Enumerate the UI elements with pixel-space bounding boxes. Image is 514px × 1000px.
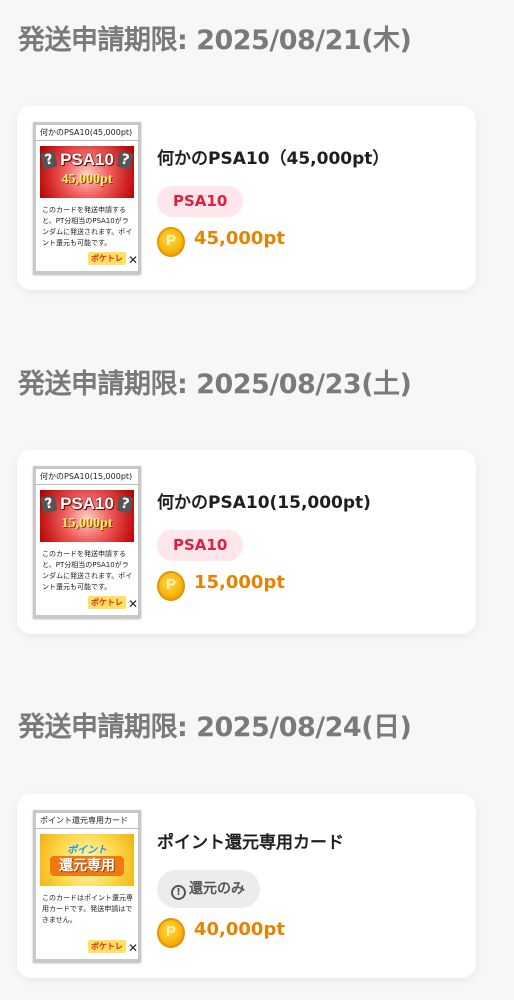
thumbnail-art: ポイント 還元専用 (40, 834, 134, 886)
card-thumbnail-inner: 何かのPSA10(45,000pt) ? ? PSA10 45,000pt この… (36, 125, 138, 271)
shipping-deadline-heading: 発送申請期限: 2025/08/24(日) (18, 712, 412, 743)
shipping-deadline-heading: 発送申請期限: 2025/08/21(木) (18, 25, 412, 56)
coin-icon: P (157, 571, 185, 601)
close-x-mark: ✕ (127, 597, 138, 611)
return-only-tag: ! 還元のみ (157, 870, 260, 908)
thumbnail-art-title: PSA10 (60, 150, 114, 169)
thumbnail-art-main: 還元専用 (50, 856, 124, 876)
thumbnail-header: ポイント還元専用カード (36, 813, 138, 829)
thumbnail-art-sub: 15,000pt (61, 516, 113, 531)
coin-icon: P (157, 227, 185, 257)
thumbnail-art-sub: 45,000pt (61, 172, 113, 187)
thumbnail-art-title: PSA10 (60, 494, 114, 513)
card-thumbnail[interactable]: 何かのPSA10(15,000pt) ? ? PSA10 15,000pt この… (33, 466, 141, 618)
return-only-label: 還元のみ (189, 881, 245, 897)
thumbnail-logo: ポケトレ (88, 252, 126, 265)
psa-tag: PSA10 (157, 186, 244, 217)
card-title: ポイント還元専用カード (157, 833, 344, 853)
thumbnail-header: 何かのPSA10(45,000pt) (36, 125, 138, 141)
card-item[interactable]: 何かのPSA10(45,000pt) ? ? PSA10 45,000pt この… (17, 106, 476, 290)
thumbnail-logo: ポケトレ (88, 940, 126, 953)
card-points: 40,000pt (194, 919, 285, 940)
shipping-deadline-heading: 発送申請期限: 2025/08/23(土) (18, 369, 412, 400)
thumbnail-art: ? ? PSA10 15,000pt (40, 490, 134, 542)
thumbnail-art-top: ポイント (67, 845, 107, 856)
coin-icon: P (157, 918, 185, 948)
thumbnail-description: このカードはポイント還元専用カードです。発送申請はできません。 (42, 894, 133, 924)
psa-tag: PSA10 (157, 530, 244, 561)
card-thumbnail[interactable]: ポイント還元専用カード ポイント 還元専用 このカードはポイント還元専用カードで… (33, 810, 141, 962)
thumbnail-art: ? ? PSA10 45,000pt (40, 146, 134, 198)
thumbnail-description: このカードを発送申請すると、PT分相当のPSA10がランダムに発送されます。ポイ… (42, 206, 133, 247)
thumbnail-header: 何かのPSA10(15,000pt) (36, 469, 138, 485)
close-x-mark: ✕ (127, 941, 138, 955)
thumbnail-description: このカードを発送申請すると、PT分相当のPSA10がランダムに発送されます。ポイ… (42, 550, 133, 591)
card-thumbnail-inner: ポイント還元専用カード ポイント 還元専用 このカードはポイント還元専用カードで… (36, 813, 138, 959)
card-title: 何かのPSA10(15,000pt) (157, 493, 371, 513)
card-item[interactable]: ポイント還元専用カード ポイント 還元専用 このカードはポイント還元専用カードで… (17, 794, 476, 978)
card-thumbnail-inner: 何かのPSA10(15,000pt) ? ? PSA10 15,000pt この… (36, 469, 138, 615)
thumbnail-logo: ポケトレ (88, 596, 126, 609)
card-title: 何かのPSA10（45,000pt） (157, 149, 390, 169)
card-points: 15,000pt (194, 572, 285, 593)
close-x-mark: ✕ (127, 253, 138, 267)
card-thumbnail[interactable]: 何かのPSA10(45,000pt) ? ? PSA10 45,000pt この… (33, 122, 141, 274)
card-item[interactable]: 何かのPSA10(15,000pt) ? ? PSA10 15,000pt この… (17, 450, 476, 634)
card-points: 45,000pt (194, 228, 285, 249)
alert-circle-icon: ! (171, 885, 186, 900)
